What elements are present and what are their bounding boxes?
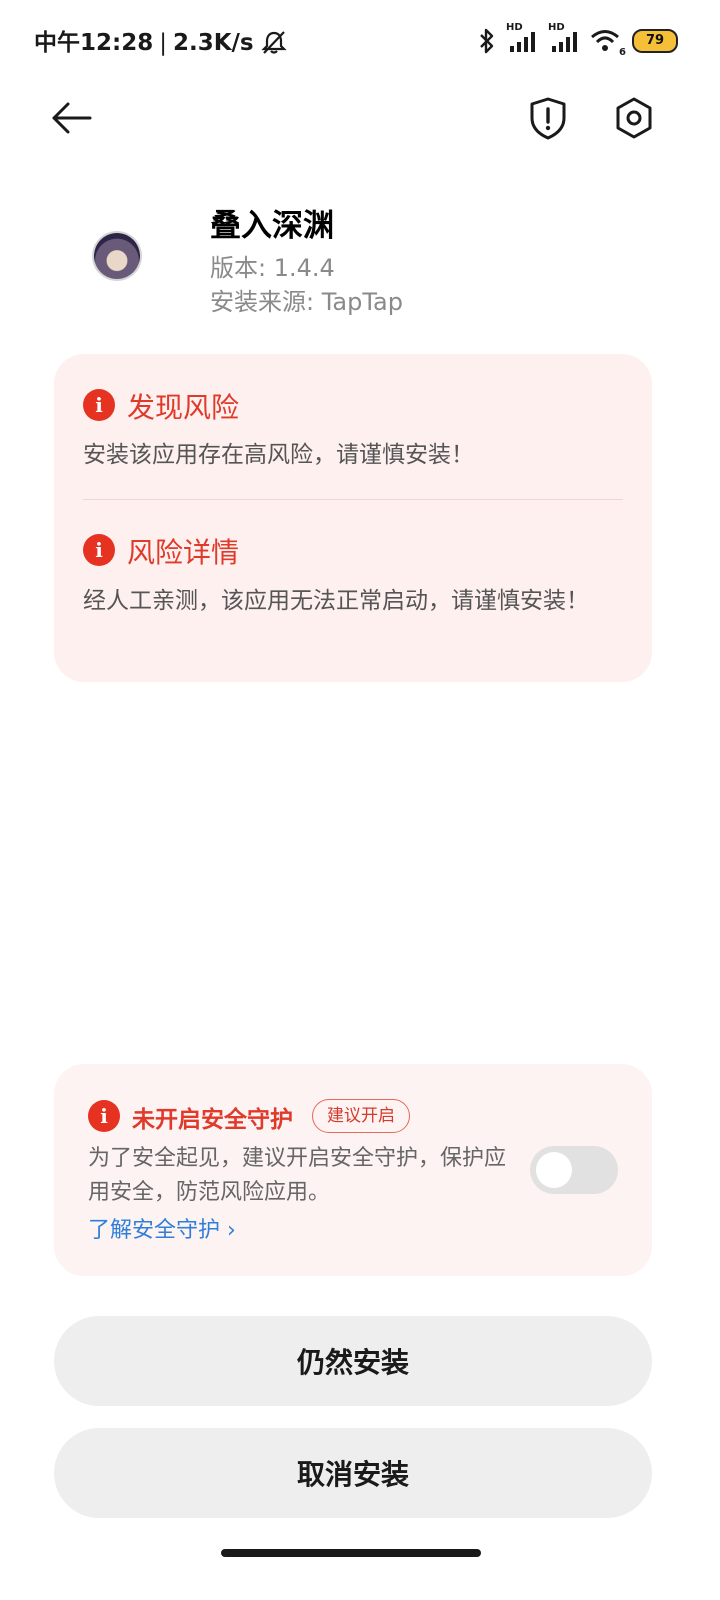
risk-detail-title: 风险详情 xyxy=(127,536,240,569)
app-version: 版本: 1.4.4 xyxy=(210,254,335,282)
info-icon: i xyxy=(83,534,115,566)
gear-icon xyxy=(616,97,652,139)
battery-indicator: 79 xyxy=(632,29,678,53)
cell-signal-icon xyxy=(510,32,535,52)
app-icon xyxy=(94,233,140,279)
signal-1: HD xyxy=(506,22,540,54)
protection-title: 未开启安全守护 xyxy=(132,1107,293,1133)
cell-signal-icon xyxy=(552,32,577,52)
protection-toggle[interactable] xyxy=(530,1146,618,1194)
risk-found-text: 安装该应用存在高风险，请谨慎安装！ xyxy=(83,442,474,468)
signal-2: HD xyxy=(548,22,582,54)
security-report-button[interactable] xyxy=(522,92,574,144)
protection-description: 为了安全起见，建议开启安全守护，保护应用安全，防范风险应用。 xyxy=(88,1146,507,1205)
toggle-knob xyxy=(536,1152,572,1188)
wifi-icon xyxy=(591,30,619,51)
status-right: HD HD 6 79 xyxy=(476,22,678,58)
cancel-install-button[interactable]: 取消安装 xyxy=(54,1428,652,1518)
status-speed: 2.3K/s xyxy=(172,30,254,56)
learn-protection-link[interactable]: 了解安全守护 › xyxy=(88,1212,236,1244)
arrow-left-icon xyxy=(52,102,92,134)
status-separator: | xyxy=(159,30,167,56)
recommend-badge: 建议开启 xyxy=(312,1099,410,1133)
bluetooth-icon xyxy=(480,28,494,54)
status-time: 中午12:28 xyxy=(34,30,154,56)
divider xyxy=(83,499,623,500)
info-icon: i xyxy=(83,389,115,421)
risk-found-title: 发现风险 xyxy=(127,391,240,424)
risk-detail-text: 经人工亲测，该应用无法正常启动，请谨慎安装！ xyxy=(83,588,589,614)
mute-notification-icon xyxy=(260,31,287,54)
wifi-sub-label: 6 xyxy=(619,47,626,58)
shield-alert-icon xyxy=(530,97,566,140)
status-left: 中午12:28 | 2.3K/s xyxy=(34,28,288,58)
app-name: 叠入深渊 xyxy=(210,208,334,244)
info-icon: i xyxy=(88,1100,120,1132)
wifi: 6 xyxy=(590,28,626,58)
settings-button[interactable] xyxy=(608,92,660,144)
status-bar: 中午12:28 | 2.3K/s HD HD 6 79 xyxy=(0,0,720,86)
app-source: 安装来源: TapTap xyxy=(210,288,403,316)
back-button[interactable] xyxy=(46,92,98,144)
install-anyway-button[interactable]: 仍然安装 xyxy=(54,1316,652,1406)
home-indicator[interactable] xyxy=(221,1549,481,1557)
